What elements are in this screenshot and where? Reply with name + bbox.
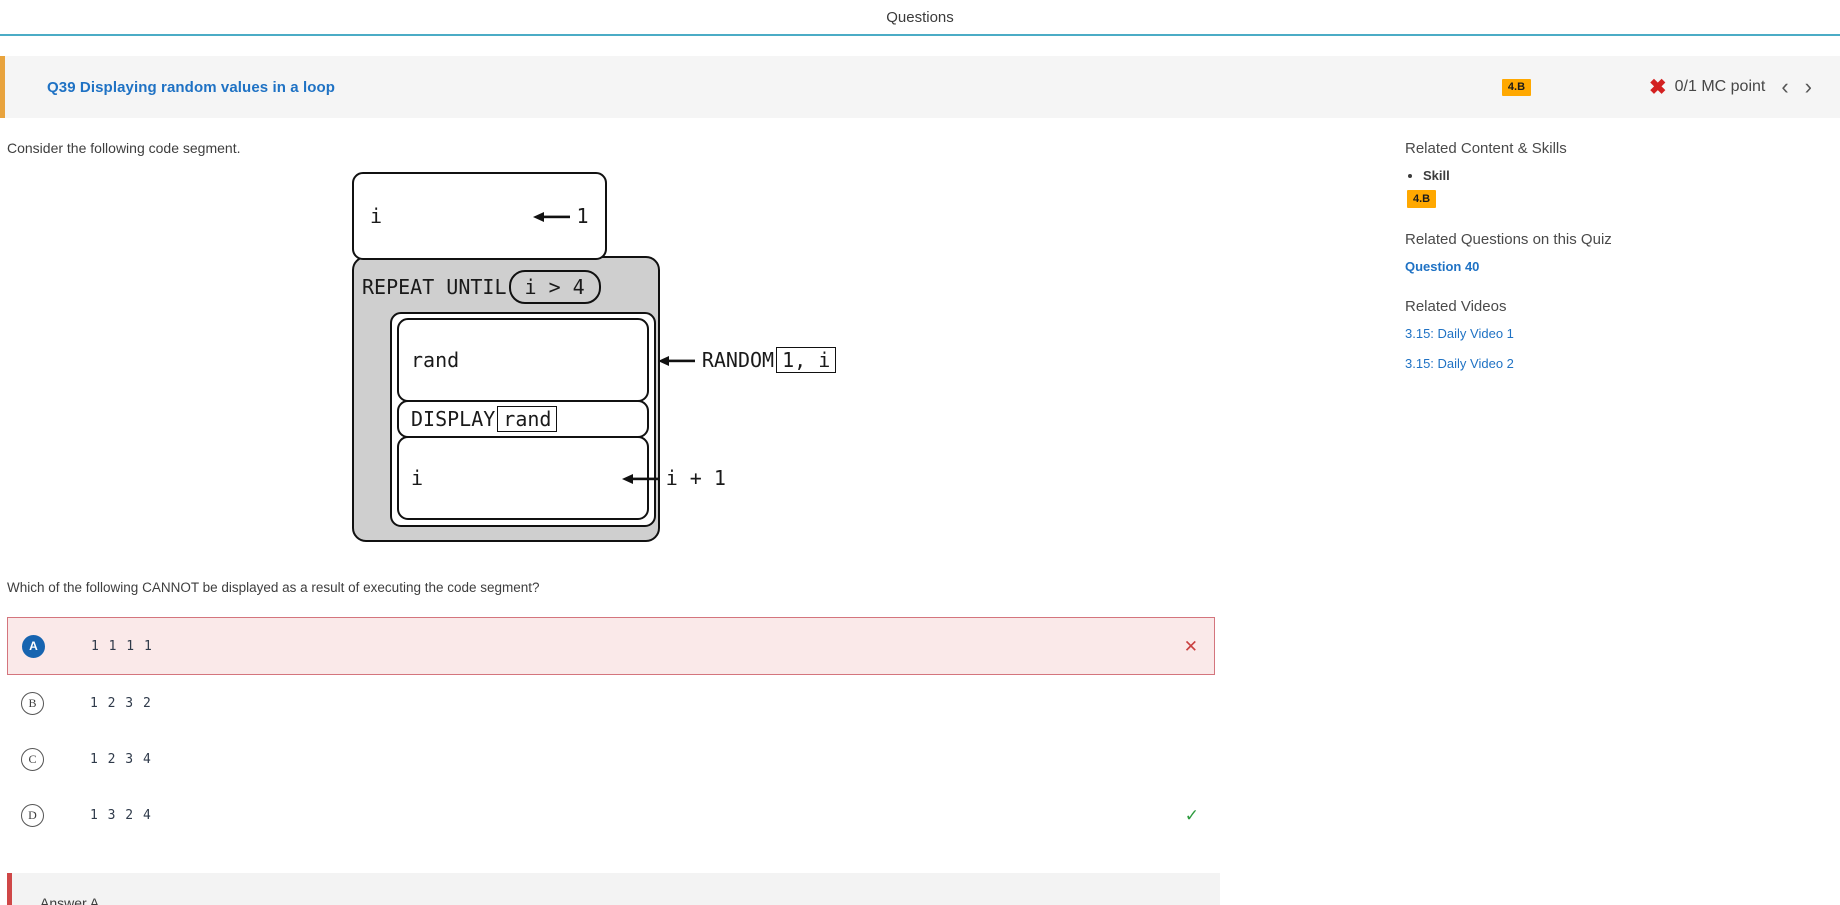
- header-divider: [0, 34, 1840, 36]
- skill-label: Skill: [1423, 168, 1450, 183]
- code-var-rand: rand: [411, 348, 460, 372]
- code-increment-expr: i + 1: [665, 466, 726, 490]
- explanation-panel: Answer A Incorrect. The first number dis…: [7, 873, 1220, 905]
- code-var-i: i: [411, 466, 424, 490]
- pseudocode-figure: i 1 REPEAT UNTIL i > 4 rand RANDOM 1, i …: [7, 172, 1215, 542]
- code-loop-condition: i > 4: [508, 270, 601, 304]
- skill-badge: 4.B: [1501, 78, 1532, 96]
- question-stem: Which of the following CANNOT be display…: [7, 580, 540, 595]
- related-video-link-2[interactable]: 3.15: Daily Video 2: [1405, 356, 1840, 371]
- choice-d[interactable]: D 1 3 2 4 ✓: [7, 787, 1215, 843]
- pseudocode-stack: i 1 REPEAT UNTIL i > 4 rand RANDOM 1, i …: [352, 172, 837, 542]
- answer-choices: A 1 1 1 1 ✕ B 1 2 3 2 C 1 2 3 4 D 1 3 2 …: [7, 617, 1215, 843]
- skill-list-item: Skill: [1423, 168, 1840, 183]
- code-line-random: rand RANDOM 1, i: [397, 318, 837, 402]
- choice-text-c: 1 2 3 4: [90, 751, 152, 767]
- left-arrow-icon: [388, 180, 571, 252]
- question-header-strip: Q39 Displaying random values in a loop 4…: [0, 56, 1840, 118]
- question-intro: Consider the following code segment.: [7, 140, 241, 156]
- code-loop-keyword: REPEAT UNTIL: [362, 275, 507, 299]
- correct-icon: ✓: [1184, 805, 1199, 825]
- choice-a[interactable]: A 1 1 1 1 ✕: [7, 617, 1215, 675]
- prev-question-button[interactable]: ‹: [1781, 76, 1788, 98]
- choice-text-d: 1 3 2 4: [90, 807, 152, 823]
- related-content-heading: Related Content & Skills: [1405, 140, 1567, 157]
- page-title: Questions: [886, 8, 954, 26]
- question-title-link[interactable]: Q39 Displaying random values in a loop: [47, 79, 335, 96]
- choice-text-a: 1 1 1 1: [91, 638, 153, 654]
- choice-letter-d: D: [21, 803, 44, 827]
- skill-tag-wrapper: 4.B: [1407, 189, 1840, 208]
- code-line-display: DISPLAY rand: [397, 400, 649, 438]
- code-call-random: RANDOM: [701, 348, 775, 372]
- choice-letter-c: C: [21, 747, 44, 771]
- score-text: 0/1 MC point: [1674, 78, 1766, 95]
- x-mark-icon: ✖: [1649, 75, 1667, 99]
- choice-b[interactable]: B 1 2 3 2: [7, 675, 1215, 731]
- code-loop-body: rand RANDOM 1, i DISPLAY rand i i + 1: [390, 312, 837, 527]
- code-random-args: 1, i: [776, 347, 837, 373]
- score-summary: ✖ 0/1 MC point ‹ ›: [1649, 76, 1812, 98]
- explanation-title: Answer A: [40, 895, 100, 905]
- code-display-arg: rand: [497, 406, 558, 432]
- related-questions-heading: Related Questions on this Quiz: [1405, 231, 1612, 248]
- code-line-increment: i i + 1: [397, 436, 726, 520]
- related-videos-heading: Related Videos: [1405, 298, 1507, 315]
- content-area: Consider the following code segment. i 1…: [0, 118, 1840, 905]
- code-loop-block: REPEAT UNTIL i > 4 rand RANDOM 1, i DISP…: [352, 256, 837, 542]
- skill-list: Skill: [1423, 168, 1840, 183]
- code-var-i: i: [370, 204, 383, 228]
- choice-letter-a: A: [22, 634, 45, 658]
- skill-tag: 4.B: [1407, 190, 1437, 208]
- next-question-button[interactable]: ›: [1805, 76, 1812, 98]
- related-question-link[interactable]: Question 40: [1405, 259, 1840, 274]
- choice-text-b: 1 2 3 2: [90, 695, 152, 711]
- question-main-column: Consider the following code segment. i 1…: [0, 118, 1220, 905]
- left-arrow-icon: [429, 442, 660, 514]
- code-line-init: i 1: [352, 172, 607, 260]
- related-sidebar: Related Content & Skills Skill 4.B Relat…: [1215, 118, 1840, 905]
- incorrect-icon: ✕: [1183, 636, 1198, 656]
- related-video-link-1[interactable]: 3.15: Daily Video 1: [1405, 326, 1840, 341]
- top-bar: Questions: [0, 0, 1840, 34]
- choice-letter-b: B: [21, 691, 44, 715]
- left-arrow-icon: [465, 324, 696, 396]
- code-loop-header: REPEAT UNTIL i > 4: [354, 268, 658, 308]
- question-header-right: 4.B ✖ 0/1 MC point ‹ ›: [1501, 76, 1812, 98]
- code-keyword-display: DISPLAY: [411, 407, 496, 431]
- code-value-1: 1: [576, 204, 589, 228]
- choice-c[interactable]: C 1 2 3 4: [7, 731, 1215, 787]
